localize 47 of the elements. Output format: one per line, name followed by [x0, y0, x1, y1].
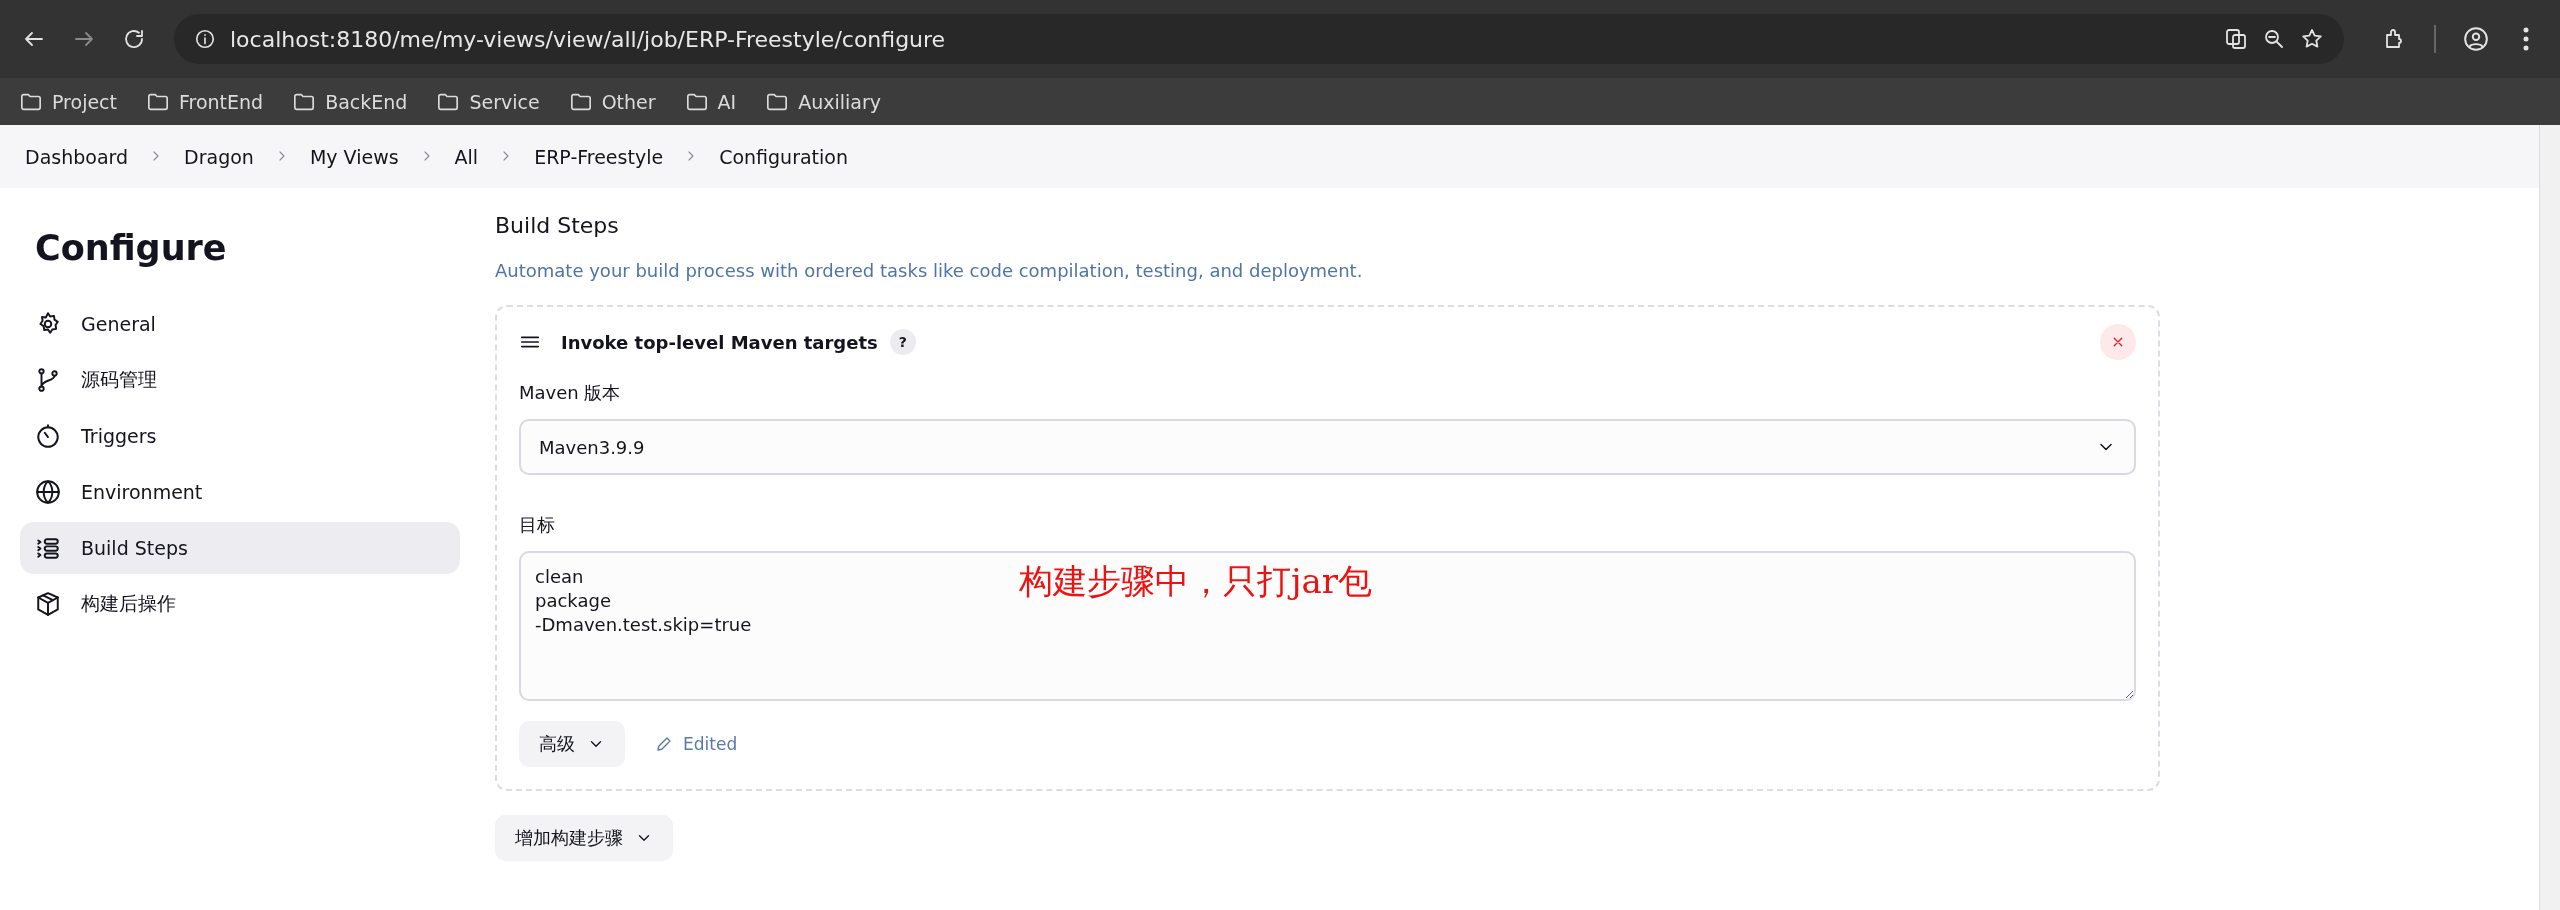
page-title: Configure — [35, 228, 228, 268]
sidebar-item[interactable]: Environment — [20, 466, 460, 518]
breadcrumb-link[interactable]: All — [454, 145, 479, 168]
info-icon — [194, 28, 216, 50]
breadcrumb-link[interactable]: Configuration — [719, 145, 848, 168]
bookmark[interactable]: FrontEnd — [147, 90, 264, 113]
field-label: 目标 — [519, 513, 556, 537]
bookmark[interactable]: Project — [20, 90, 117, 113]
timer-icon — [35, 423, 61, 449]
scrollbar[interactable] — [2539, 125, 2560, 910]
sidebar-item[interactable]: 构建后操作 — [20, 578, 460, 630]
bookmark[interactable]: Service — [437, 90, 540, 113]
delete-button[interactable] — [2100, 324, 2136, 360]
bookmark[interactable]: BackEnd — [293, 90, 408, 113]
sidebar-item[interactable]: General — [20, 298, 460, 350]
list-icon — [35, 535, 61, 561]
sidebar-item[interactable]: Build Steps — [20, 522, 460, 574]
step-title: Invoke top-level Maven targets — [561, 331, 878, 353]
section-description: Automate your build process with ordered tasks like code compilation, testing, and deployment. — [495, 260, 1364, 281]
advanced-button[interactable]: 高级 — [519, 721, 625, 767]
star-icon — [2300, 27, 2324, 51]
sidebar-item[interactable]: Triggers — [20, 410, 460, 462]
branch-icon — [35, 367, 61, 393]
add-build-step-button[interactable]: 增加构建步骤 — [495, 815, 673, 861]
zoom-out-icon — [2262, 27, 2286, 51]
breadcrumb-link[interactable]: My Views — [309, 145, 399, 168]
field-label: Maven 版本 — [519, 381, 622, 405]
maven-version-select[interactable]: Maven3.9.9 — [519, 419, 2136, 475]
breadcrumb-link[interactable]: ERP-Freestyle — [534, 145, 664, 168]
section-title: Build Steps — [495, 213, 620, 238]
profile-icon — [2463, 26, 2489, 52]
breadcrumb-link[interactable]: Dashboard — [25, 145, 129, 168]
help-button[interactable]: ? — [889, 329, 916, 355]
bookmark[interactable]: Other — [569, 90, 656, 113]
bookmark[interactable]: AI — [685, 90, 737, 113]
url-text: localhost:8180/me/my-views/view/all/job/ERP-Freestyle/configure — [230, 26, 947, 52]
edited-indicator: Edited — [655, 734, 738, 754]
breadcrumb-link[interactable]: Dragon — [184, 145, 254, 168]
reload-icon — [122, 27, 146, 51]
package-icon — [35, 591, 61, 617]
pencil-icon — [655, 735, 673, 753]
menu-icon[interactable] — [2523, 27, 2529, 51]
globe-icon — [35, 479, 61, 505]
sidebar-item[interactable]: 源码管理 — [20, 354, 460, 406]
bookmark[interactable]: Auxiliary — [766, 90, 882, 113]
annotation-text: 构建步骤中，只打jar包 — [1019, 560, 1373, 603]
address-bar[interactable]: localhost:8180/me/my-views/view/all/job/ERP-Freestyle/configure — [174, 14, 2344, 64]
